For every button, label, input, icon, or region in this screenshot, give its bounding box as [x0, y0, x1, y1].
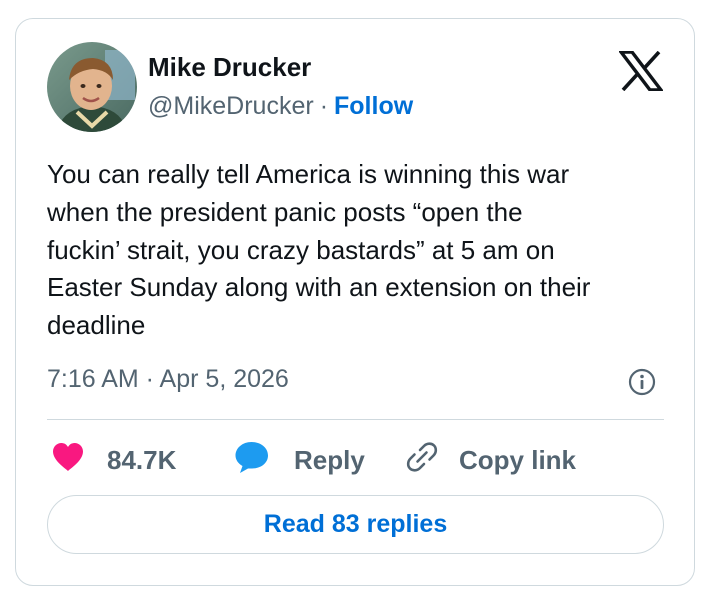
- x-logo-icon[interactable]: [617, 50, 665, 92]
- speech-bubble-icon: [234, 440, 270, 481]
- reply-label: Reply: [294, 444, 365, 475]
- copy-link-button[interactable]: Copy link: [405, 440, 576, 480]
- action-bar: 84.7K Reply Copy link: [47, 440, 667, 480]
- avatar[interactable]: [47, 42, 137, 132]
- info-icon[interactable]: [627, 367, 657, 397]
- tweet-card: Mike Drucker @MikeDrucker · Follow You can…: [15, 18, 695, 586]
- reply-button[interactable]: Reply: [234, 440, 365, 480]
- author-name[interactable]: Mike Drucker: [148, 52, 311, 83]
- follow-button[interactable]: Follow: [334, 92, 413, 120]
- author-handle[interactable]: @MikeDrucker: [148, 92, 314, 120]
- copy-link-label: Copy link: [459, 444, 577, 475]
- profile-photo: [47, 42, 137, 132]
- link-icon: [405, 440, 439, 481]
- read-replies-button[interactable]: Read 83 replies: [47, 495, 664, 554]
- tweet-timestamp[interactable]: 7:16 AM · Apr 5, 2026: [47, 365, 289, 394]
- heart-icon: [51, 441, 85, 480]
- divider: [47, 419, 664, 420]
- like-count: 84.7K: [107, 444, 177, 475]
- tweet-text: You can really tell America is winning t…: [47, 159, 591, 341]
- separator-dot: ·: [319, 92, 329, 120]
- like-button[interactable]: 84.7K: [51, 440, 176, 480]
- author-handle-row: @MikeDrucker · Follow: [148, 92, 413, 121]
